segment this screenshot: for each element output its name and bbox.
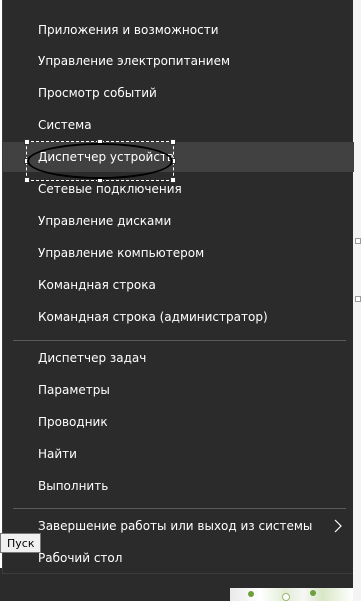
menu-item-label: Командная строка: [38, 278, 156, 292]
menu-item-network[interactable]: Сетевые подключения: [3, 174, 354, 204]
menu-item-events[interactable]: Просмотр событий: [3, 78, 354, 108]
menu-item-power[interactable]: Управление электропитанием: [3, 46, 354, 76]
menu-item-settings[interactable]: Параметры: [3, 375, 354, 405]
menu-separator: [13, 508, 346, 509]
menu-item-label: Проводник: [38, 415, 108, 429]
desktop-icon-marker: [355, 296, 361, 302]
start-tooltip: Пуск: [0, 533, 42, 553]
wallpaper-leaf: [310, 590, 316, 596]
menu-item-label: Приложения и возможности: [38, 23, 219, 37]
desktop-background: [353, 0, 361, 601]
menu-item-label: Найти: [38, 447, 77, 461]
menu-item-label: Управление электропитанием: [38, 54, 230, 68]
menu-item-search[interactable]: Найти: [3, 439, 354, 469]
menu-item-label: Командная строка (администратор): [38, 310, 268, 324]
menu-item-label: Система: [38, 118, 92, 132]
menu-item-label: Параметры: [38, 383, 110, 397]
desktop-icon-marker: [355, 238, 361, 244]
menu-item-explorer[interactable]: Проводник: [3, 407, 354, 437]
menu-item-task-manager[interactable]: Диспетчер задач: [3, 343, 354, 373]
menu-item-shutdown[interactable]: Завершение работы или выход из системы: [3, 511, 354, 541]
menu-item-cmd-admin[interactable]: Командная строка (администратор): [3, 302, 354, 332]
menu-item-label: Выполнить: [38, 479, 109, 493]
menu-item-apps[interactable]: Приложения и возможности: [3, 15, 354, 45]
menu-item-label: Рабочий стол: [38, 551, 123, 565]
menu-item-label: Управление компьютером: [38, 246, 205, 260]
desktop-wallpaper: [230, 588, 353, 601]
wallpaper-flower: [282, 593, 290, 601]
power-user-menu: Приложения и возможности Управление элек…: [2, 0, 354, 574]
menu-item-device-manager[interactable]: Диспетчер устройств: [3, 142, 354, 172]
menu-item-label: Управление дисками: [38, 214, 172, 228]
chevron-right-icon: [334, 519, 344, 533]
menu-item-system[interactable]: Система: [3, 110, 354, 140]
menu-item-disks[interactable]: Управление дисками: [3, 206, 354, 236]
wallpaper-leaf: [248, 591, 254, 597]
menu-item-label: Диспетчер задач: [38, 351, 147, 365]
menu-item-computer-management[interactable]: Управление компьютером: [3, 238, 354, 268]
menu-item-label: Сетевые подключения: [38, 182, 182, 196]
menu-separator: [13, 340, 346, 341]
menu-item-label: Диспетчер устройств: [38, 150, 175, 164]
menu-item-label: Просмотр событий: [38, 86, 157, 100]
menu-item-run[interactable]: Выполнить: [3, 471, 354, 501]
menu-item-cmd[interactable]: Командная строка: [3, 270, 354, 300]
screen: Приложения и возможности Управление элек…: [0, 0, 361, 601]
menu-item-label: Завершение работы или выход из системы: [38, 519, 313, 533]
menu-item-desktop[interactable]: Рабочий стол: [3, 543, 354, 573]
